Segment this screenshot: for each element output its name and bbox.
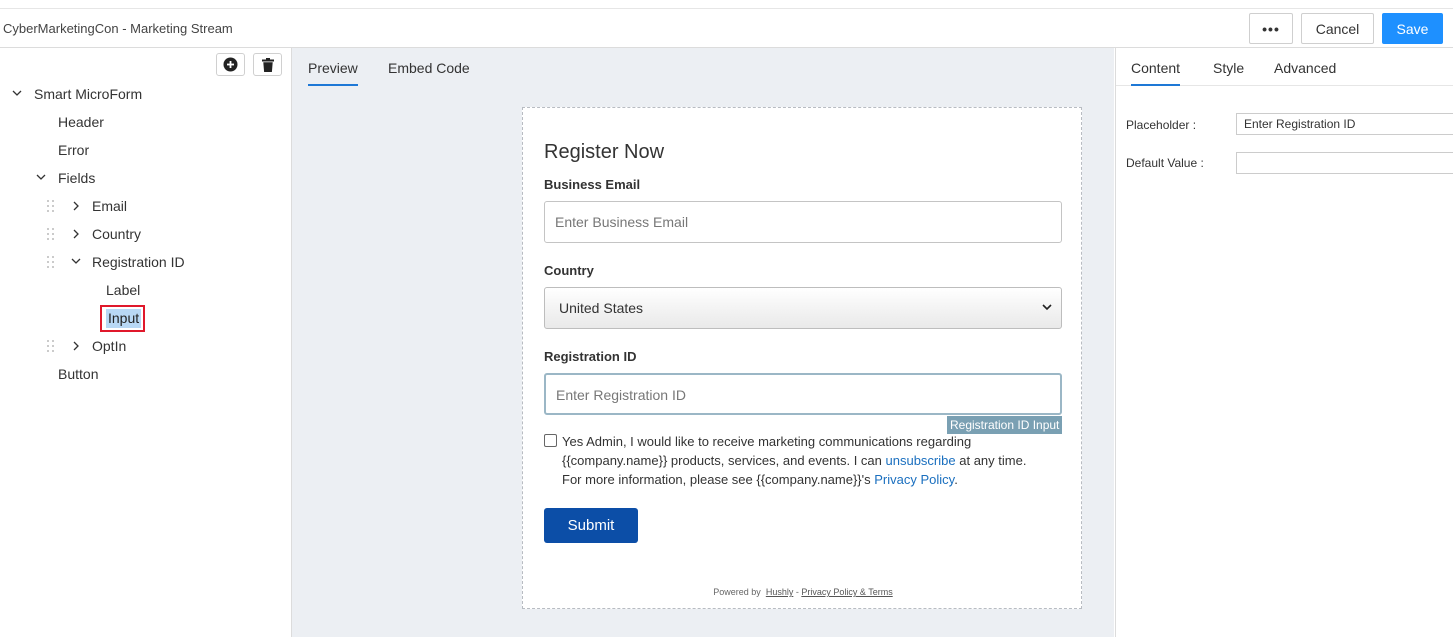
default-value-prop-label: Default Value : (1126, 156, 1204, 170)
tree-item-country[interactable]: Country (0, 220, 291, 248)
tree-item-registration-id[interactable]: Registration ID (0, 248, 291, 276)
trash-icon (261, 57, 274, 72)
properties-panel: Content Style Advanced Placeholder : Ent… (1115, 48, 1453, 637)
tree-item-label: Email (92, 198, 128, 214)
tree-item-label: Header (58, 114, 104, 130)
optin-text-part: . (954, 472, 958, 487)
tree-item-error[interactable]: Error (0, 136, 291, 164)
top-bar: CyberMarketingCon - Marketing Stream •••… (0, 8, 1453, 48)
tab-style[interactable]: Style (1213, 60, 1244, 76)
drag-handle-icon[interactable] (47, 228, 55, 240)
tree-item-email[interactable]: Email (0, 192, 291, 220)
preview-tabs: Preview Embed Code (292, 48, 1114, 86)
tree-item-header[interactable]: Header (0, 108, 291, 136)
app-title: CyberMarketingCon - Marketing Stream (3, 21, 233, 36)
placeholder-input[interactable]: Enter Registration ID (1236, 113, 1453, 135)
registration-id-label[interactable]: Registration ID (544, 349, 636, 364)
tree-toolbar (0, 48, 291, 81)
properties-tabs: Content Style Advanced (1116, 48, 1453, 86)
tree-item-fields[interactable]: Fields (0, 164, 291, 192)
tree-item-optin[interactable]: OptIn (0, 332, 291, 360)
form-title[interactable]: Register Now (544, 141, 664, 164)
country-select[interactable]: United States (544, 287, 1062, 329)
tree-item-label: Input (106, 309, 142, 328)
tab-content[interactable]: Content (1131, 60, 1181, 86)
chevron-down-icon (1042, 288, 1052, 344)
tree-item-button[interactable]: Button (0, 360, 291, 388)
tree-item-label: Fields (58, 170, 96, 186)
placeholder-prop-label: Placeholder : (1126, 118, 1197, 132)
hushly-link[interactable]: Hushly (766, 587, 794, 597)
registration-id-field[interactable]: Enter Registration ID (544, 373, 1062, 415)
tree-item-label: Error (58, 142, 90, 158)
optin-text: Yes Admin, I would like to receive marke… (562, 432, 1044, 489)
privacy-terms-link[interactable]: Privacy Policy & Terms (801, 587, 892, 597)
add-element-button[interactable] (216, 53, 245, 76)
cancel-button[interactable]: Cancel (1301, 13, 1374, 44)
tree-item-label: Button (58, 366, 99, 382)
save-button[interactable]: Save (1382, 13, 1443, 44)
unsubscribe-link[interactable]: unsubscribe (886, 453, 956, 468)
structure-tree-panel: Smart MicroForm Header Error Fields Emai… (0, 48, 292, 637)
plus-circle-icon (223, 57, 238, 72)
optin-checkbox[interactable] (544, 434, 557, 447)
tab-embed-code[interactable]: Embed Code (388, 60, 470, 76)
privacy-policy-link[interactable]: Privacy Policy (874, 472, 954, 487)
form-canvas: Register Now Business Email Enter Busine… (522, 107, 1082, 609)
tab-preview[interactable]: Preview (308, 60, 358, 86)
tree-item-label: Country (92, 226, 142, 242)
optin-block: Yes Admin, I would like to receive marke… (544, 432, 1044, 489)
drag-handle-icon[interactable] (47, 256, 55, 268)
country-label[interactable]: Country (544, 263, 594, 278)
powered-by-footer: Powered by Hushly - Privacy Policy & Ter… (523, 587, 1083, 597)
more-options-button[interactable]: ••• (1249, 13, 1293, 44)
submit-button[interactable]: Submit (544, 508, 638, 543)
tab-advanced[interactable]: Advanced (1274, 60, 1336, 76)
drag-handle-icon[interactable] (47, 340, 55, 352)
powered-by-text: Powered by (713, 587, 761, 597)
email-field[interactable]: Enter Business Email (544, 201, 1062, 243)
drag-handle-icon[interactable] (47, 200, 55, 212)
tree-item-label: Label (106, 282, 141, 298)
tree-item-label: OptIn (92, 338, 127, 354)
tree-item-smart-microform[interactable]: Smart MicroForm (0, 80, 291, 108)
tree-item-label: Smart MicroForm (34, 86, 143, 102)
email-label[interactable]: Business Email (544, 177, 640, 192)
tree-item-label-node[interactable]: Label (0, 276, 291, 304)
delete-element-button[interactable] (253, 53, 282, 76)
default-value-input[interactable] (1236, 152, 1453, 174)
tree-item-input-selected[interactable]: Input (100, 305, 145, 332)
country-select-value: United States (559, 300, 644, 316)
tree-item-label: Registration ID (92, 254, 185, 270)
preview-area: Preview Embed Code Register Now Business… (292, 48, 1114, 637)
